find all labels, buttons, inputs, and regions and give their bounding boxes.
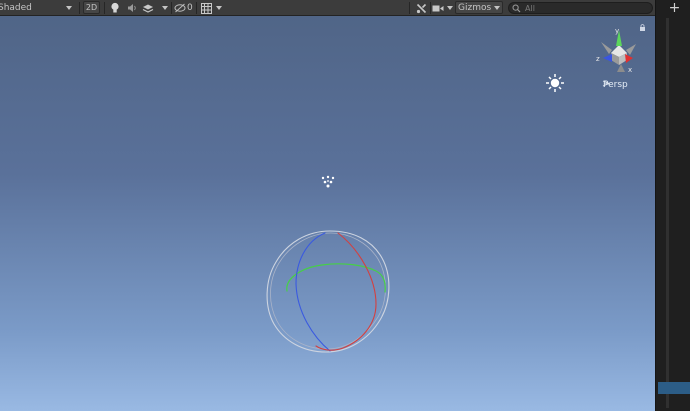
chevron-down-icon <box>216 6 222 10</box>
scene-toolbar: Shaded 2D 0 Gizmos All <box>0 0 655 16</box>
gizmos-dropdown[interactable]: Gizmos <box>455 1 503 14</box>
toolbar-divider <box>171 2 172 14</box>
chevron-down-icon <box>447 6 453 10</box>
scene-canvas: y z x <box>266 24 645 353</box>
effects-layers-icon <box>142 4 154 13</box>
neg-z-axis-cone-icon[interactable] <box>601 42 612 54</box>
scene-orientation-gizmo[interactable]: y z x <box>596 27 636 74</box>
grid-dropdown[interactable] <box>214 0 224 16</box>
axis-label-z: z <box>596 55 600 63</box>
add-button-label: + <box>668 0 681 16</box>
search-icon <box>512 4 521 12</box>
shading-mode-label: Shaded <box>0 3 32 13</box>
effects-dropdown[interactable] <box>142 0 168 16</box>
directional-light-icon[interactable] <box>546 74 564 92</box>
hidden-objects-icon <box>174 3 186 13</box>
camera-icon <box>432 5 444 11</box>
chevron-down-icon <box>494 6 500 10</box>
toggle-2d-label: 2D <box>85 3 98 12</box>
sphere-collider-gizmo[interactable] <box>266 230 390 353</box>
scene-visibility-toggle[interactable]: 0 <box>174 0 194 16</box>
shading-mode-dropdown[interactable]: Shaded <box>0 0 76 16</box>
toolbar-divider <box>430 2 431 14</box>
lightbulb-icon <box>111 2 119 13</box>
chevron-down-icon <box>162 6 168 10</box>
lighting-toggle[interactable] <box>108 0 122 16</box>
axis-label-y: y <box>615 27 619 35</box>
neg-x-axis-cone-icon[interactable] <box>626 44 636 55</box>
selected-row-highlight[interactable] <box>658 382 690 394</box>
projection-toggle[interactable]: Persp <box>602 80 628 90</box>
toggle-2d-button[interactable]: 2D <box>83 1 100 14</box>
grid-icon <box>200 2 212 14</box>
toolbar-divider <box>196 2 197 14</box>
particle-system-icon[interactable] <box>321 175 335 188</box>
chevron-down-icon <box>66 6 72 10</box>
unity-editor: Shaded 2D 0 Gizmos All y z x Persp + <box>0 0 690 411</box>
toolbar-divider <box>104 2 105 14</box>
neg-y-axis-cone-icon[interactable] <box>617 64 625 72</box>
hierarchy-panel: + <box>655 0 690 411</box>
axis-label-x: x <box>628 66 632 74</box>
perspective-icon <box>602 80 610 87</box>
hidden-count: 0 <box>187 3 193 13</box>
search-placeholder: All <box>525 3 535 13</box>
tools-icon <box>416 3 426 13</box>
add-button[interactable]: + <box>658 0 690 16</box>
panel-scrollbar[interactable] <box>666 18 669 408</box>
toolbar-divider <box>409 2 410 14</box>
audio-icon <box>127 4 136 12</box>
lock-icon[interactable] <box>640 24 645 32</box>
grid-toggle[interactable] <box>199 0 213 16</box>
z-axis-cone-icon[interactable] <box>603 54 612 62</box>
tools-toggle[interactable] <box>413 0 429 16</box>
camera-settings-dropdown[interactable] <box>432 0 454 16</box>
audio-toggle[interactable] <box>125 0 139 16</box>
search-field[interactable]: All <box>508 2 653 14</box>
x-axis-cone-icon[interactable] <box>625 54 633 63</box>
toolbar-divider <box>79 2 80 14</box>
gizmos-label: Gizmos <box>458 2 492 13</box>
scene-viewport[interactable]: y z x Persp <box>0 16 655 411</box>
